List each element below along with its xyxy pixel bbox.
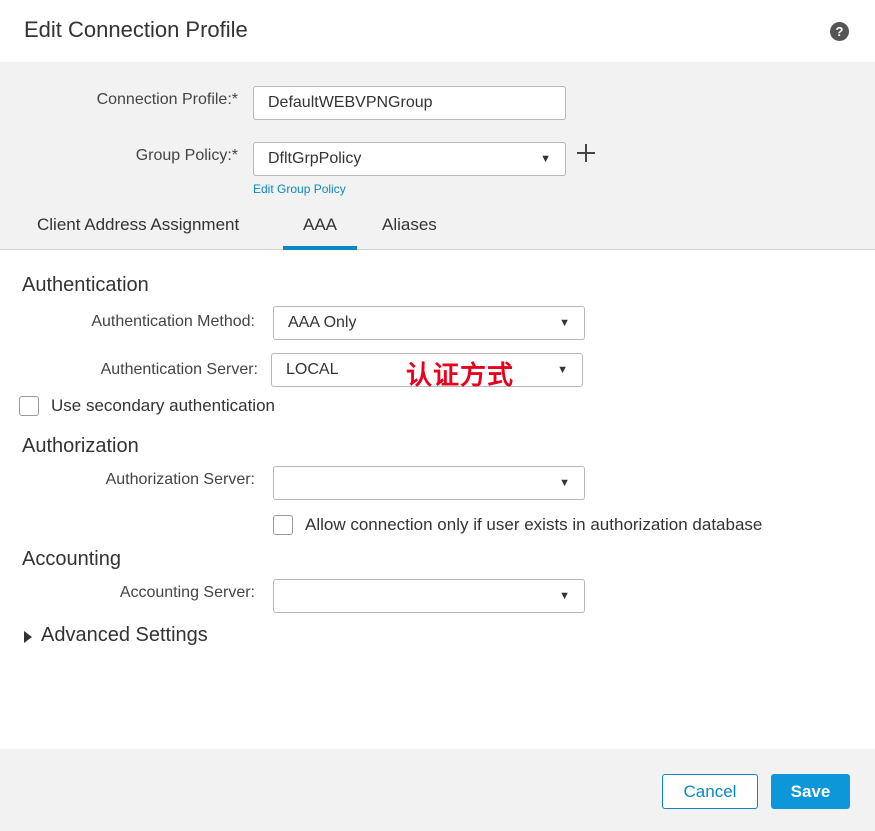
authentication-heading: Authentication	[22, 274, 149, 296]
advanced-settings-toggle[interactable]: Advanced Settings	[41, 624, 208, 647]
accounting-server-select[interactable]: ▼	[273, 579, 585, 613]
dropdown-arrow-icon: ▼	[559, 477, 570, 489]
authentication-method-value: AAA Only	[288, 314, 357, 331]
dropdown-arrow-icon: ▼	[559, 590, 570, 602]
edit-connection-profile-dialog: Edit Connection Profile ? Connection Pro…	[0, 0, 875, 831]
connection-profile-input[interactable]: DefaultWEBVPNGroup	[253, 86, 566, 120]
accounting-server-label: Accounting Server:	[119, 584, 255, 601]
authentication-method-label: Authentication Method:	[91, 313, 255, 330]
authorization-heading: Authorization	[22, 435, 139, 457]
authentication-server-value: LOCAL	[286, 361, 339, 378]
tab-aliases[interactable]: Aliases	[382, 215, 437, 250]
allow-connection-label: Allow connection only if user exists in …	[305, 515, 763, 534]
dialog-header: Edit Connection Profile ?	[0, 0, 875, 62]
help-icon[interactable]: ?	[830, 22, 849, 41]
dropdown-arrow-icon: ▼	[540, 153, 551, 165]
add-group-policy-icon[interactable]	[576, 143, 596, 163]
tab-aaa[interactable]: AAA	[283, 215, 357, 250]
expand-arrow-icon[interactable]	[24, 631, 32, 643]
dropdown-arrow-icon: ▼	[559, 317, 570, 329]
tab-client-address-assignment[interactable]: Client Address Assignment	[37, 215, 239, 250]
annotation-text: 认证方式	[406, 361, 515, 391]
allow-connection-checkbox[interactable]	[273, 515, 293, 535]
connection-profile-label: Connection Profile:*	[96, 91, 238, 108]
group-policy-label: Group Policy:*	[135, 147, 238, 164]
save-button[interactable]: Save	[771, 774, 850, 809]
group-policy-value: DfltGrpPolicy	[268, 150, 362, 167]
accounting-heading: Accounting	[22, 548, 121, 570]
authentication-method-select[interactable]: AAA Only ▼	[273, 306, 585, 340]
authorization-server-select[interactable]: ▼	[273, 466, 585, 500]
secondary-authentication-checkbox[interactable]	[19, 396, 39, 416]
secondary-authentication-label: Use secondary authentication	[51, 396, 275, 415]
dialog-title: Edit Connection Profile	[24, 17, 248, 42]
cancel-button[interactable]: Cancel	[662, 774, 758, 809]
edit-group-policy-link[interactable]: Edit Group Policy	[253, 182, 346, 196]
authentication-server-label: Authentication Server:	[100, 361, 258, 378]
dropdown-arrow-icon: ▼	[557, 364, 568, 376]
authorization-server-label: Authorization Server:	[105, 471, 255, 488]
group-policy-select[interactable]: DfltGrpPolicy ▼	[253, 142, 566, 176]
